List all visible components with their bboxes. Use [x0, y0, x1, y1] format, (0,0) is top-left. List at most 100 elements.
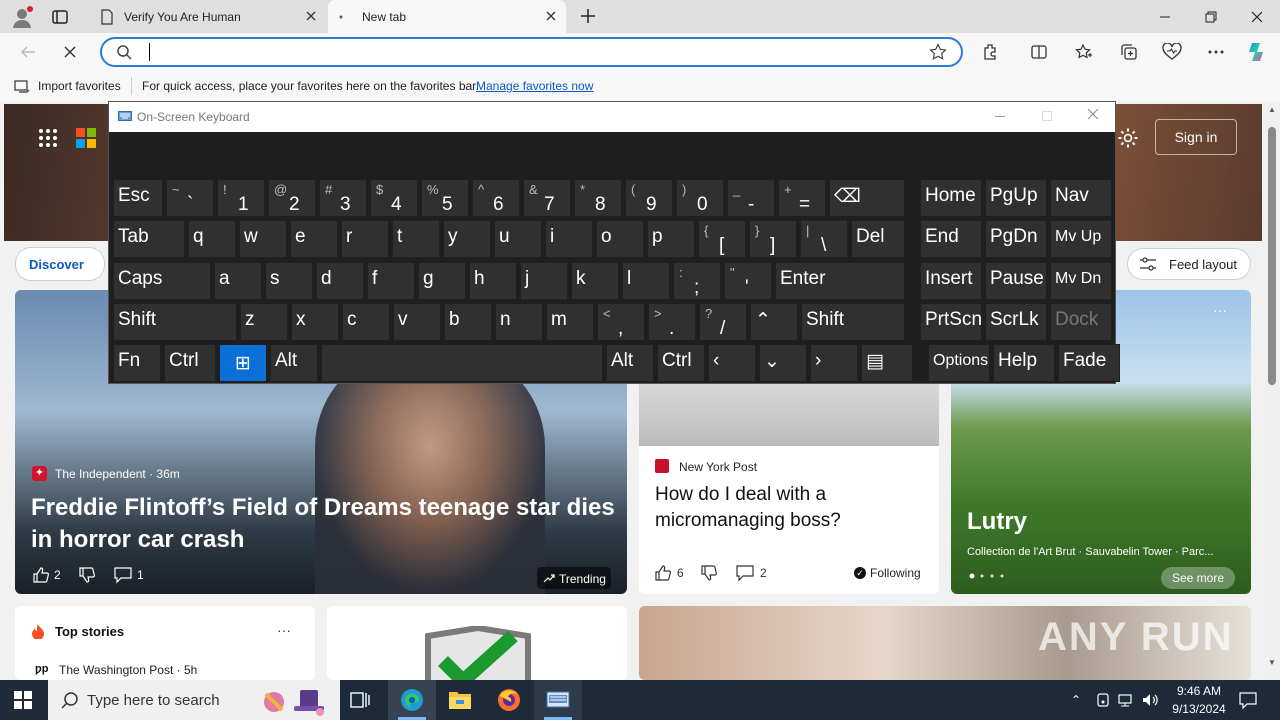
show-hidden-icons-icon[interactable]: ⌃	[1071, 693, 1081, 707]
osk-maximize-button[interactable]	[1042, 111, 1052, 121]
osk-key-e[interactable]: e	[290, 220, 338, 258]
osk-key-4[interactable]: $4	[370, 179, 418, 217]
apps-grid-icon[interactable]	[38, 128, 58, 148]
volume-icon[interactable]	[1142, 692, 1160, 708]
address-input[interactable]	[146, 42, 906, 62]
osk-key-s[interactable]: s	[265, 262, 313, 300]
osk-key-caps[interactable]: Caps	[113, 262, 211, 300]
dislike-icon[interactable]	[700, 564, 718, 582]
osk-key-0[interactable]: ) 0	[676, 179, 724, 217]
close-tab-icon[interactable]	[304, 9, 318, 23]
import-favorites-button[interactable]: Import favorites	[38, 79, 121, 93]
osk-key-f[interactable]: f	[367, 262, 415, 300]
osk-key-u[interactable]: u	[494, 220, 542, 258]
star-icon[interactable]	[929, 43, 947, 61]
browser-essentials-icon[interactable]	[1160, 40, 1184, 64]
feed-layout-button[interactable]: Feed layout	[1127, 248, 1251, 280]
story-headline[interactable]: Freddie Flintoff’s Field of Dreams teena…	[31, 492, 621, 556]
osk-key-pause[interactable]: Pause	[985, 262, 1047, 300]
osk-key-windows[interactable]: ⊞	[219, 344, 267, 382]
discover-tab[interactable]: Discover	[15, 247, 105, 281]
osk-key-options[interactable]: Options	[928, 344, 990, 382]
see-more-button[interactable]: See more	[1161, 567, 1235, 589]
osk-close-button[interactable]	[1087, 108, 1099, 120]
osk-key-m[interactable]: m	[546, 303, 594, 341]
osk-key-w[interactable]: w	[239, 220, 287, 258]
like-icon[interactable]	[32, 566, 50, 584]
story-headline[interactable]: How do I deal with a micromanaging boss?	[655, 482, 925, 534]
osk-key-2[interactable]: @2	[268, 179, 316, 217]
osk-key-b[interactable]: b	[444, 303, 492, 341]
osk-key-symbol[interactable]: ? /	[699, 303, 747, 341]
osk-key-symbol[interactable]: ›	[810, 344, 858, 382]
file-explorer-icon[interactable]	[448, 689, 472, 711]
osk-key-d[interactable]: d	[316, 262, 364, 300]
osk-key-g[interactable]: g	[418, 262, 466, 300]
osk-key-symbol[interactable]: | \	[800, 220, 848, 258]
osk-key-ctrl[interactable]: Ctrl	[657, 344, 705, 382]
address-bar[interactable]	[100, 37, 963, 67]
osk-key-nav[interactable]: Nav	[1050, 179, 1112, 217]
osk-key-symbol[interactable]: {[	[698, 220, 746, 258]
osk-key-y[interactable]: y	[443, 220, 491, 258]
scroll-up-icon[interactable]: ▲	[1268, 105, 1276, 114]
restore-button[interactable]	[1188, 0, 1234, 33]
osk-key-end[interactable]: End	[920, 220, 982, 258]
osk-key-6[interactable]: ^ 6	[472, 179, 520, 217]
osk-key-home[interactable]: Home	[920, 179, 982, 217]
firefox-icon[interactable]	[497, 688, 521, 712]
osk-key-fade[interactable]: Fade	[1058, 344, 1120, 382]
osk-key-symbol[interactable]: + =	[778, 179, 826, 217]
scrollbar-thumb[interactable]	[1268, 127, 1276, 385]
osk-key-7[interactable]: & 7	[523, 179, 571, 217]
osk-key-help[interactable]: Help	[993, 344, 1055, 382]
osk-taskbar-button[interactable]	[534, 680, 582, 720]
collections-icon[interactable]	[1117, 40, 1141, 64]
device-icon[interactable]	[1095, 692, 1111, 708]
osk-key-c[interactable]: c	[342, 303, 390, 341]
extensions-icon[interactable]	[979, 40, 1003, 64]
new-tab-icon[interactable]	[578, 6, 598, 26]
windows-start-icon[interactable]	[14, 691, 32, 709]
more-options-icon[interactable]	[1204, 40, 1228, 64]
osk-key-z[interactable]: z	[240, 303, 288, 341]
osk-key-fn[interactable]: Fn	[113, 344, 161, 382]
tab-actions-icon[interactable]	[50, 7, 70, 27]
osk-key-mvup[interactable]: Mv Up	[1050, 220, 1112, 258]
osk-key-pgup[interactable]: PgUp	[985, 179, 1047, 217]
osk-key-8[interactable]: * 8	[574, 179, 622, 217]
osk-key-l[interactable]: l	[622, 262, 670, 300]
osk-minimize-button[interactable]	[995, 116, 1005, 117]
stop-loading-icon[interactable]	[58, 40, 82, 64]
notifications-icon[interactable]	[1239, 691, 1257, 709]
osk-key-shift[interactable]: Shift	[113, 303, 237, 341]
favorites-icon[interactable]	[1072, 40, 1096, 64]
dislike-icon[interactable]	[78, 566, 96, 584]
osk-key-3[interactable]: #3	[319, 179, 367, 217]
clock-date[interactable]: 9/13/2024	[1164, 702, 1234, 716]
taskbar-search-box[interactable]: Type here to search	[48, 680, 340, 720]
osk-key-9[interactable]: (9	[625, 179, 673, 217]
page-scrollbar[interactable]: ▲ ▼	[1264, 101, 1280, 680]
tab-new[interactable]: New tab	[328, 0, 566, 33]
osk-title-bar[interactable]: On-Screen Keyboard	[109, 102, 1115, 132]
clock-time[interactable]: 9:46 AM	[1164, 684, 1234, 698]
osk-key-5[interactable]: % 5	[421, 179, 469, 217]
osk-key-symbol[interactable]: ~ `	[166, 179, 214, 217]
comment-icon[interactable]	[114, 566, 132, 584]
tab-verify[interactable]: Verify You Are Human	[88, 0, 326, 33]
osk-key-dock[interactable]: Dock	[1050, 303, 1112, 341]
osk-key-1[interactable]: ! 1	[217, 179, 265, 217]
osk-key-x[interactable]: x	[291, 303, 339, 341]
osk-key-enter[interactable]: Enter	[775, 262, 905, 300]
manage-favorites-link[interactable]: Manage favorites now	[476, 79, 593, 93]
osk-key-symbol[interactable]: ‹	[708, 344, 756, 382]
settings-gear-icon[interactable]	[1117, 127, 1139, 149]
comment-icon[interactable]	[736, 564, 754, 582]
osk-key-i[interactable]: i	[545, 220, 593, 258]
osk-key-symbol[interactable]: _ -	[727, 179, 775, 217]
osk-key-mvdn[interactable]: Mv Dn	[1050, 262, 1112, 300]
more-icon[interactable]: ···	[277, 622, 291, 638]
edge-taskbar-button[interactable]	[388, 680, 436, 720]
osk-key-del[interactable]: Del	[851, 220, 905, 258]
